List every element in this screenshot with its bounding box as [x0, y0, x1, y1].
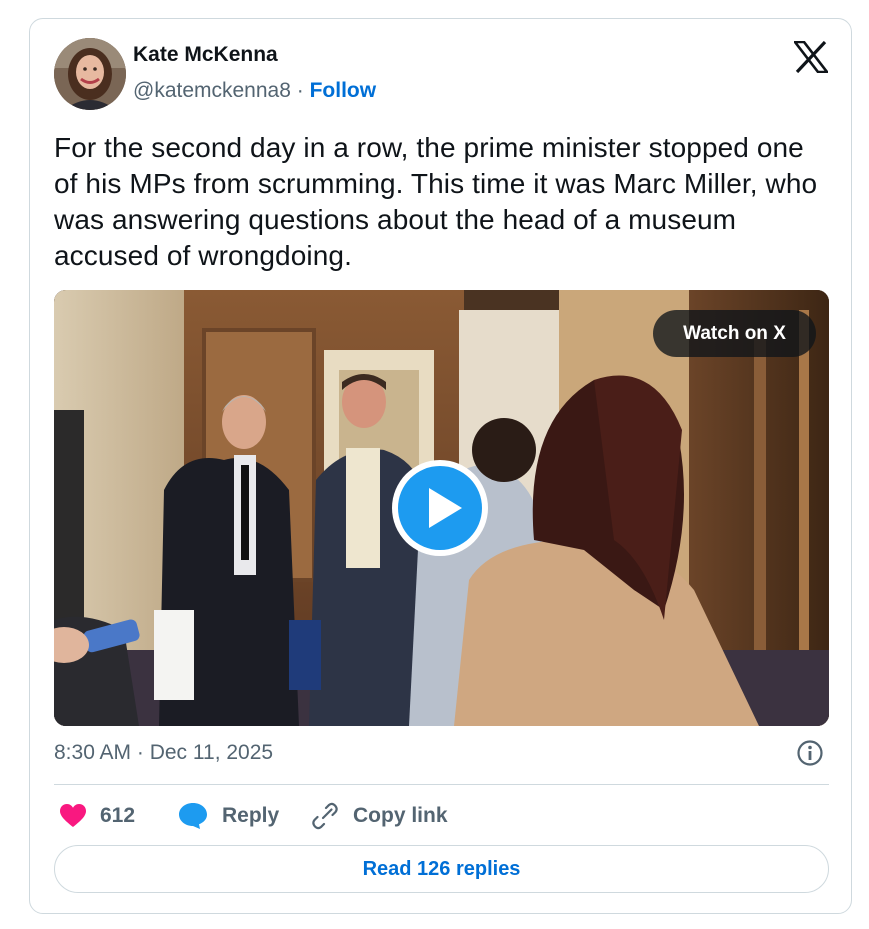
reply-button[interactable]: Reply [178, 801, 279, 831]
author-handle-row: @katemckenna8 · Follow [133, 79, 376, 103]
speech-bubble-icon [179, 803, 207, 829]
play-icon[interactable] [390, 458, 490, 558]
tweet-card: Kate McKenna @katemckenna8 · Follow For … [29, 18, 852, 914]
avatar-image [54, 38, 126, 110]
reply-label: Reply [222, 804, 280, 827]
watch-on-x-button[interactable]: Watch on X [653, 310, 816, 357]
link-icon [312, 802, 338, 830]
copy-link-label: Copy link [353, 804, 448, 827]
copy-link-button[interactable]: Copy link [311, 801, 448, 831]
like-button[interactable]: 612 [60, 801, 135, 831]
divider [54, 784, 829, 785]
like-count: 612 [100, 804, 136, 827]
author-handle[interactable]: @katemckenna8 [133, 79, 291, 102]
tweet-text: For the second day in a row, the prime m… [54, 132, 818, 271]
follow-button[interactable]: Follow [310, 79, 377, 102]
x-logo-icon[interactable] [792, 40, 830, 74]
info-icon[interactable] [796, 739, 824, 767]
author-name[interactable]: Kate McKenna [133, 43, 278, 67]
handle-separator: · [290, 79, 310, 102]
tweet-timestamp[interactable]: 8:30 AM · Dec 11, 2025 [54, 741, 273, 765]
avatar[interactable] [54, 38, 126, 110]
video-player[interactable]: Watch on X [54, 290, 829, 726]
heart-icon [60, 804, 86, 827]
read-replies-button[interactable]: Read 126 replies [54, 845, 829, 893]
